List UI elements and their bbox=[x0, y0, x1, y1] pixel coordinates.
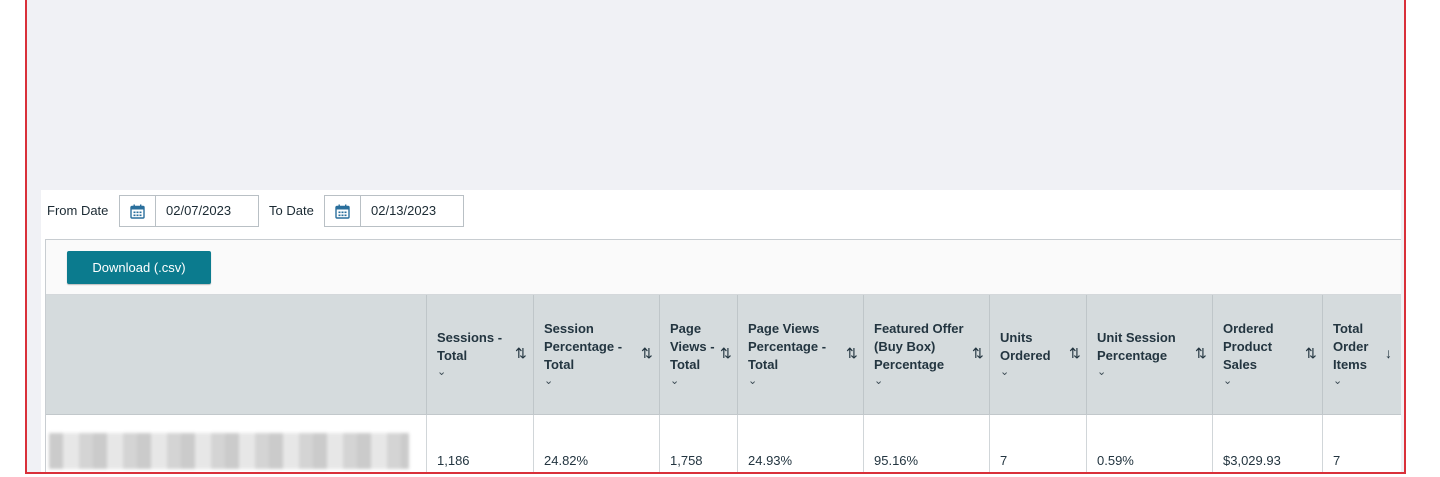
cell-value: 0.59% bbox=[1097, 453, 1134, 468]
to-date-label: To Date bbox=[269, 203, 314, 218]
column-header-unit-session-percentage[interactable]: Unit Session Percentage ⌄ ⇅ bbox=[1086, 295, 1212, 414]
table-cell: 24.93% bbox=[737, 415, 863, 472]
sort-icon[interactable]: ⇅ bbox=[1069, 345, 1081, 362]
highlight-panel: From Date 02/07/2023 To Date 02/13/2023 … bbox=[25, 0, 1406, 474]
table-body: 1,186 24.82% 1,758 24.93% 95.16% 7 0.59%… bbox=[46, 415, 1402, 472]
date-filter-bar: From Date 02/07/2023 To Date 02/13/2023 bbox=[41, 190, 1401, 240]
cell-value: 24.93% bbox=[748, 453, 793, 468]
chevron-down-icon[interactable]: ⌄ bbox=[1000, 365, 1051, 379]
column-label: Session Percentage - Total bbox=[544, 321, 623, 372]
table-cell: 7 bbox=[989, 415, 1086, 472]
to-date-field[interactable]: 02/13/2023 bbox=[324, 195, 464, 227]
column-label: Page Views - Total bbox=[670, 321, 715, 372]
sort-icon[interactable]: ⇅ bbox=[846, 345, 858, 362]
column-header-units-ordered[interactable]: Units Ordered ⌄ ⇅ bbox=[989, 295, 1086, 414]
redacted-product-title bbox=[49, 433, 409, 469]
chevron-down-icon[interactable]: ⌄ bbox=[748, 374, 826, 388]
column-header-page-views-total[interactable]: Page Views - Total ⌄ ⇅ bbox=[659, 295, 737, 414]
from-date-input[interactable]: 02/07/2023 bbox=[156, 196, 231, 226]
chevron-down-icon[interactable]: ⌄ bbox=[670, 374, 715, 388]
download-csv-button[interactable]: Download (.csv) bbox=[67, 251, 211, 284]
cell-value: 24.82% bbox=[544, 453, 589, 468]
table-toolbar: Download (.csv) bbox=[46, 240, 1401, 295]
sort-icon[interactable]: ⇅ bbox=[641, 345, 653, 362]
column-header-total-order-items[interactable]: Total Order Items ⌄ ↓ bbox=[1322, 295, 1402, 414]
column-label: Sessions - Total bbox=[437, 330, 503, 363]
to-date-input[interactable]: 02/13/2023 bbox=[361, 196, 436, 226]
table-cell: 7 bbox=[1322, 415, 1402, 472]
cell-value: $3,029.93 bbox=[1223, 453, 1281, 468]
chevron-down-icon[interactable]: ⌄ bbox=[1333, 374, 1368, 388]
column-header-page-views-percentage-total[interactable]: Page Views Percentage - Total ⌄ ⇅ bbox=[737, 295, 863, 414]
sort-icon[interactable]: ⇅ bbox=[720, 345, 732, 362]
chevron-down-icon[interactable]: ⌄ bbox=[437, 365, 502, 379]
cell-value: 1,758 bbox=[670, 453, 703, 468]
cell-value: 7 bbox=[1333, 453, 1341, 468]
column-label: Total Order Items bbox=[1333, 321, 1369, 372]
from-date-label: From Date bbox=[47, 203, 109, 218]
sort-desc-icon[interactable]: ↓ bbox=[1385, 345, 1392, 361]
cell-value: 1,186 bbox=[437, 453, 470, 468]
sort-icon[interactable]: ⇅ bbox=[972, 345, 984, 362]
table-cell: 95.16% bbox=[863, 415, 989, 472]
table-header: Sessions - Total ⌄ ⇅ Session Percentage -… bbox=[46, 295, 1401, 415]
cell-value: 95.16% bbox=[874, 453, 919, 468]
column-header-featured-offer-percentage[interactable]: Featured Offer (Buy Box) Percentage ⌄ ⇅ bbox=[863, 295, 989, 414]
from-date-field[interactable]: 02/07/2023 bbox=[119, 195, 259, 227]
table-cell: 1,758 bbox=[659, 415, 737, 472]
chevron-down-icon[interactable]: ⌄ bbox=[1223, 374, 1274, 388]
table-cell: $3,029.93 bbox=[1212, 415, 1322, 472]
sort-icon[interactable]: ⇅ bbox=[515, 345, 527, 362]
chevron-down-icon[interactable]: ⌄ bbox=[874, 374, 964, 388]
report-content: From Date 02/07/2023 To Date 02/13/2023 … bbox=[41, 190, 1402, 472]
chevron-down-icon[interactable]: ⌄ bbox=[544, 374, 622, 388]
report-table: Download (.csv) Sessions - Total ⌄ ⇅ Sess… bbox=[45, 239, 1402, 472]
table-cell: 24.82% bbox=[533, 415, 659, 472]
column-label: Ordered Product Sales bbox=[1223, 321, 1274, 372]
sort-icon[interactable]: ⇅ bbox=[1305, 345, 1317, 362]
calendar-icon[interactable] bbox=[120, 196, 156, 226]
column-header-ordered-product-sales[interactable]: Ordered Product Sales ⌄ ⇅ bbox=[1212, 295, 1322, 414]
column-label: Page Views Percentage - Total bbox=[748, 321, 827, 372]
column-label: Unit Session Percentage bbox=[1097, 330, 1176, 363]
table-cell: 0.59% bbox=[1086, 415, 1212, 472]
table-cell-title bbox=[46, 415, 426, 472]
calendar-icon[interactable] bbox=[325, 196, 361, 226]
chevron-down-icon[interactable]: ⌄ bbox=[1097, 365, 1176, 379]
sort-icon[interactable]: ⇅ bbox=[1195, 345, 1207, 362]
table-cell: 1,186 bbox=[426, 415, 533, 472]
column-header-sessions-total[interactable]: Sessions - Total ⌄ ⇅ bbox=[426, 295, 533, 414]
column-label: Units Ordered bbox=[1000, 330, 1051, 363]
column-header-session-percentage-total[interactable]: Session Percentage - Total ⌄ ⇅ bbox=[533, 295, 659, 414]
column-label: Featured Offer (Buy Box) Percentage bbox=[874, 321, 964, 372]
cell-value: 7 bbox=[1000, 453, 1008, 468]
column-header-title bbox=[46, 295, 426, 414]
